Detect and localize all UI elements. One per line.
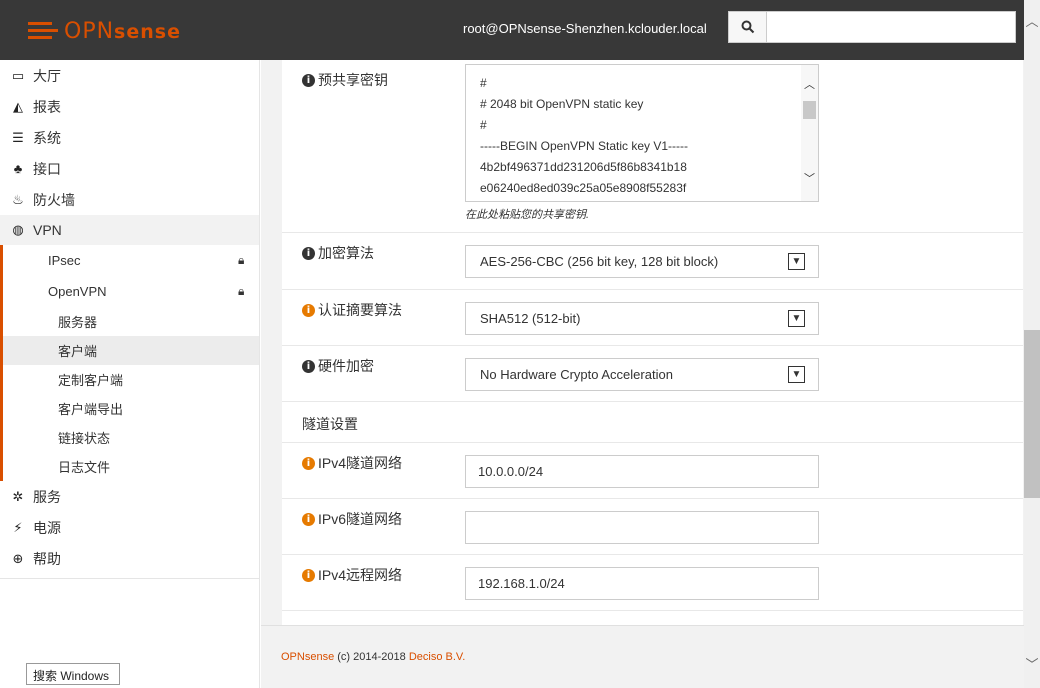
sitemap-icon: ♣ (13, 161, 23, 176)
server-icon: ☰ (12, 129, 24, 145)
plug-icon: ⚡ (13, 519, 23, 535)
row-cipher: i 加密算法 AES-256-CBC (256 bit key, 128 bit … (282, 233, 1023, 290)
row-ipv4-remote: i IPv4远程网络 192.168.1.0/24 (282, 555, 1023, 611)
sidebar-item-clients[interactable]: 客户端 (0, 336, 259, 365)
sidebar-item-openvpn[interactable]: OpenVPN 🔒︎ (0, 276, 259, 307)
cipher-label: i 加密算法 (302, 243, 374, 263)
ipv6-tunnel-input[interactable] (465, 511, 819, 544)
globe-icon: ◍ (12, 222, 24, 237)
user-menu[interactable]: root@OPNsense-Shenzhen.kclouder.local (463, 21, 707, 36)
row-ipv6-tunnel: i IPv6隧道网络 (282, 499, 1023, 555)
ipv4-remote-input[interactable]: 192.168.1.0/24 (465, 567, 819, 600)
auth-digest-select[interactable]: SHA512 (512-bit) ▼ (465, 302, 819, 335)
scroll-down-icon[interactable]: ﹀ (1024, 648, 1040, 678)
lifebuoy-icon: ⊕ (12, 550, 24, 566)
textarea-scroll-thumb[interactable] (803, 101, 816, 119)
area-chart-icon: ◭ (13, 98, 23, 114)
sidebar: ▭ 大厅 ◭ 报表 ☰ 系统 ♣ 接口 ♨ 防火墙 ◍ VPN IPsec 🔒︎ OpenV… (0, 60, 260, 688)
dropdown-caret-icon: ▼ (788, 310, 805, 327)
info-icon[interactable]: i (302, 246, 315, 260)
footer-company-link[interactable]: Deciso B.V. (409, 651, 465, 663)
dropdown-caret-icon: ▼ (788, 253, 805, 270)
info-icon[interactable]: i (302, 568, 315, 582)
logo-text: OPNsense (64, 18, 181, 44)
chevron-down-icon[interactable]: ﹀ (804, 169, 815, 190)
sidebar-item-ipsec[interactable]: IPsec 🔒︎ (0, 245, 259, 276)
sidebar-item-reporting[interactable]: ◭ 报表 (0, 91, 259, 122)
search-icon (741, 20, 754, 34)
scroll-thumb[interactable] (1024, 330, 1040, 498)
cipher-select[interactable]: AES-256-CBC (256 bit key, 128 bit block)… (465, 245, 819, 278)
scroll-up-icon[interactable]: ︿ (1024, 0, 1040, 40)
shared-key-label: i 预共享密钥 (302, 70, 388, 90)
info-icon[interactable]: i (302, 359, 315, 373)
monitor-icon: ▭ (11, 67, 25, 83)
sidebar-item-help[interactable]: ⊕ 帮助 (0, 543, 259, 574)
hardware-crypto-label: i 硬件加密 (302, 356, 374, 376)
sidebar-item-servers[interactable]: 服务器 (0, 307, 259, 336)
textarea-scrollbar[interactable]: ︿ ﹀ (801, 65, 818, 201)
top-navbar: OPNsense root@OPNsense-Shenzhen.kclouder… (0, 0, 1024, 60)
fire-icon: ♨ (12, 191, 24, 207)
dropdown-caret-icon: ▼ (788, 366, 805, 383)
search-input[interactable] (766, 11, 1016, 43)
main-content: i 预共享密钥 # # 2048 bit OpenVPN static key #… (261, 60, 1024, 625)
ipv4-tunnel-label: i IPv4隧道网络 (302, 453, 402, 473)
sidebar-item-firewall[interactable]: ♨ 防火墙 (0, 184, 259, 215)
chevron-up-icon[interactable]: ︿ (804, 75, 815, 96)
row-shared-key: i 预共享密钥 # # 2048 bit OpenVPN static key #… (282, 60, 1023, 233)
sidebar-item-connection-status[interactable]: 链接状态 (0, 423, 259, 452)
page-scrollbar[interactable]: ︿ ﹀ (1024, 0, 1040, 688)
sidebar-item-log-file[interactable]: 日志文件 (0, 452, 259, 481)
sidebar-item-vpn[interactable]: ◍ VPN (0, 215, 259, 245)
footer-brand-link[interactable]: OPNsense (281, 651, 334, 663)
info-icon[interactable]: i (302, 512, 315, 526)
logo-mark-icon (28, 20, 58, 42)
shared-key-help: 在此处粘贴您的共享密钥. (465, 209, 590, 221)
cog-icon: ✲ (12, 488, 24, 504)
info-icon[interactable]: i (302, 73, 315, 87)
row-hardware-crypto: i 硬件加密 No Hardware Crypto Acceleration ▼ (282, 346, 1023, 402)
info-icon[interactable]: i (302, 456, 315, 470)
sidebar-item-power[interactable]: ⚡ 电源 (0, 512, 259, 543)
sidebar-item-client-specific-overrides[interactable]: 定制客户端 (0, 365, 259, 394)
lock-icon: 🔒︎ (238, 284, 245, 298)
section-title: 隧道设置 (302, 416, 358, 432)
form-panel: i 预共享密钥 # # 2048 bit OpenVPN static key #… (282, 60, 1023, 625)
tunnel-section-header: 隧道设置 (282, 402, 1023, 443)
row-auth-digest: i 认证摘要算法 SHA512 (512-bit) ▼ (282, 290, 1023, 346)
ipv6-tunnel-label: i IPv6隧道网络 (302, 509, 402, 529)
sidebar-divider (0, 578, 260, 579)
sidebar-item-client-export[interactable]: 客户端导出 (0, 394, 259, 423)
sidebar-item-interfaces[interactable]: ♣ 接口 (0, 153, 259, 184)
sidebar-item-system[interactable]: ☰ 系统 (0, 122, 259, 153)
page-footer: OPNsense (c) 2014-2018 Deciso B.V. (261, 625, 1024, 688)
sidebar-item-lobby[interactable]: ▭ 大厅 (0, 60, 259, 91)
opnsense-logo[interactable]: OPNsense (28, 18, 181, 44)
lock-icon: 🔒︎ (238, 253, 245, 267)
footer-copyright: OPNsense (c) 2014-2018 Deciso B.V. (281, 651, 466, 663)
windows-search-box[interactable]: 搜索 Windows (26, 663, 120, 685)
row-ipv4-tunnel: i IPv4隧道网络 10.0.0.0/24 (282, 443, 1023, 499)
ipv4-tunnel-input[interactable]: 10.0.0.0/24 (465, 455, 819, 488)
info-icon[interactable]: i (302, 303, 315, 317)
shared-key-textarea[interactable]: # # 2048 bit OpenVPN static key # -----B… (465, 64, 819, 202)
search-button[interactable] (728, 11, 766, 43)
hardware-crypto-select[interactable]: No Hardware Crypto Acceleration ▼ (465, 358, 819, 391)
sidebar-item-services[interactable]: ✲ 服务 (0, 481, 259, 512)
ipv4-remote-label: i IPv4远程网络 (302, 565, 402, 585)
auth-digest-label: i 认证摘要算法 (302, 300, 402, 320)
